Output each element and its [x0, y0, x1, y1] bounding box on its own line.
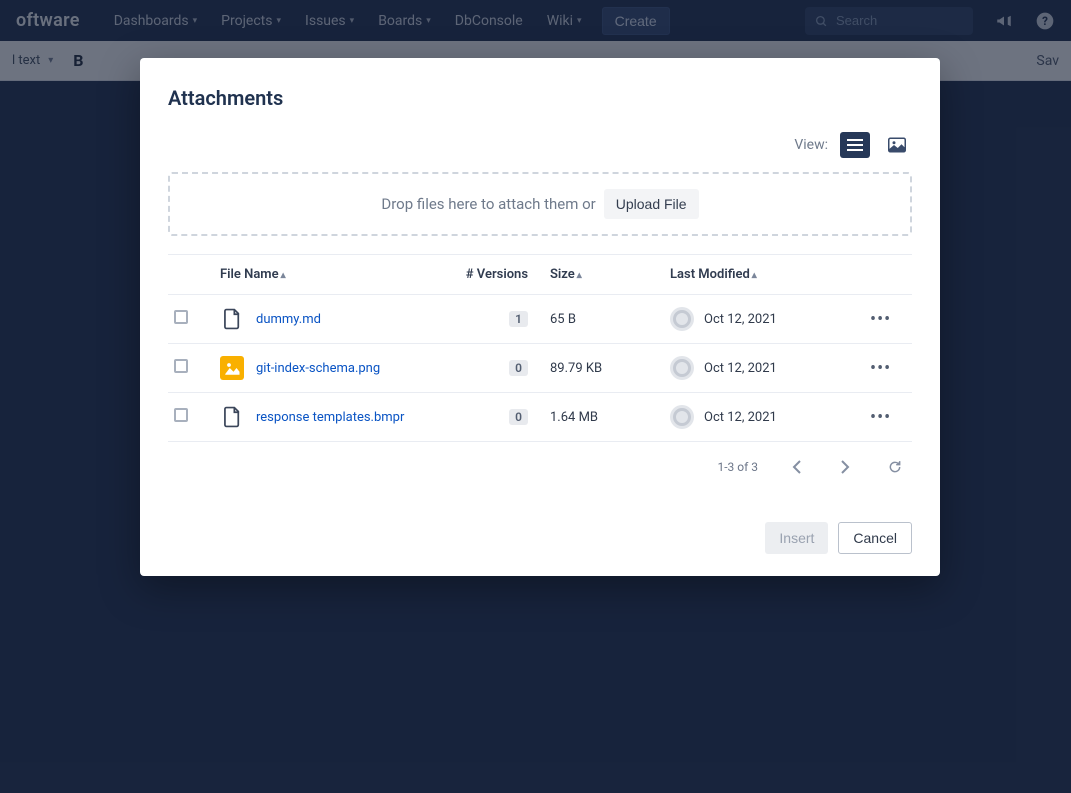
- avatar: [670, 405, 694, 429]
- table-row: dummy.md 1 65 B Oct 12, 2021 •••: [168, 295, 912, 344]
- versions-badge: 0: [509, 409, 528, 425]
- col-header-name[interactable]: File Name▴: [214, 255, 450, 295]
- image-file-icon: [220, 356, 244, 380]
- row-actions-button[interactable]: •••: [870, 309, 891, 330]
- document-file-icon: [220, 405, 244, 429]
- view-grid-button[interactable]: [882, 132, 912, 158]
- file-name-link[interactable]: response templates.bmpr: [256, 410, 404, 425]
- col-header-versions[interactable]: # Versions: [450, 255, 544, 295]
- modal-actions: Insert Cancel: [168, 522, 912, 554]
- row-checkbox[interactable]: [174, 310, 188, 324]
- refresh-icon: [888, 460, 902, 474]
- col-header-name-label: File Name: [220, 267, 279, 282]
- document-file-icon: [220, 307, 244, 331]
- image-icon: [888, 137, 906, 153]
- table-row: response templates.bmpr 0 1.64 MB Oct 12, 2…: [168, 393, 912, 442]
- attachments-table: File Name▴ # Versions Size▴ Last Modifie…: [168, 254, 912, 442]
- view-list-button[interactable]: [840, 132, 870, 158]
- pager-refresh-button[interactable]: [884, 456, 906, 478]
- attachments-modal: Attachments View: Drop files here to att…: [140, 58, 940, 576]
- dropzone-text: Drop files here to attach them or: [381, 195, 595, 213]
- row-checkbox[interactable]: [174, 408, 188, 422]
- file-size: 65 B: [544, 295, 664, 344]
- modified-date: Oct 12, 2021: [704, 361, 777, 376]
- sort-icon: ▴: [577, 270, 582, 281]
- table-row: git-index-schema.png 0 89.79 KB Oct 12, 202…: [168, 344, 912, 393]
- file-name-link[interactable]: git-index-schema.png: [256, 361, 380, 376]
- view-toggle-row: View:: [168, 132, 912, 158]
- file-name-link[interactable]: dummy.md: [256, 312, 321, 327]
- file-size: 1.64 MB: [544, 393, 664, 442]
- sort-asc-icon: ▴: [281, 270, 286, 281]
- col-header-modified[interactable]: Last Modified▴: [664, 255, 864, 295]
- pager-prev-button[interactable]: [788, 456, 806, 478]
- versions-badge: 0: [509, 360, 528, 376]
- modal-title: Attachments: [168, 86, 912, 110]
- col-header-size-label: Size: [550, 267, 575, 282]
- chevron-right-icon: [840, 460, 850, 474]
- pager-next-button[interactable]: [836, 456, 854, 478]
- modified-date: Oct 12, 2021: [704, 410, 777, 425]
- col-header-size[interactable]: Size▴: [544, 255, 664, 295]
- avatar: [670, 307, 694, 331]
- upload-file-button[interactable]: Upload File: [604, 189, 699, 219]
- pager-range: 1-3 of 3: [717, 460, 758, 474]
- sort-icon: ▴: [752, 270, 757, 281]
- col-header-modified-label: Last Modified: [670, 267, 750, 282]
- view-label: View:: [794, 137, 828, 153]
- insert-button[interactable]: Insert: [765, 522, 828, 554]
- file-size: 89.79 KB: [544, 344, 664, 393]
- cancel-button[interactable]: Cancel: [838, 522, 912, 554]
- pager: 1-3 of 3: [168, 456, 912, 478]
- dropzone[interactable]: Drop files here to attach them or Upload…: [168, 172, 912, 236]
- versions-badge: 1: [509, 311, 528, 327]
- row-actions-button[interactable]: •••: [870, 407, 891, 428]
- row-actions-button[interactable]: •••: [870, 358, 891, 379]
- modified-date: Oct 12, 2021: [704, 312, 777, 327]
- list-icon: [846, 138, 864, 152]
- chevron-left-icon: [792, 460, 802, 474]
- row-checkbox[interactable]: [174, 359, 188, 373]
- avatar: [670, 356, 694, 380]
